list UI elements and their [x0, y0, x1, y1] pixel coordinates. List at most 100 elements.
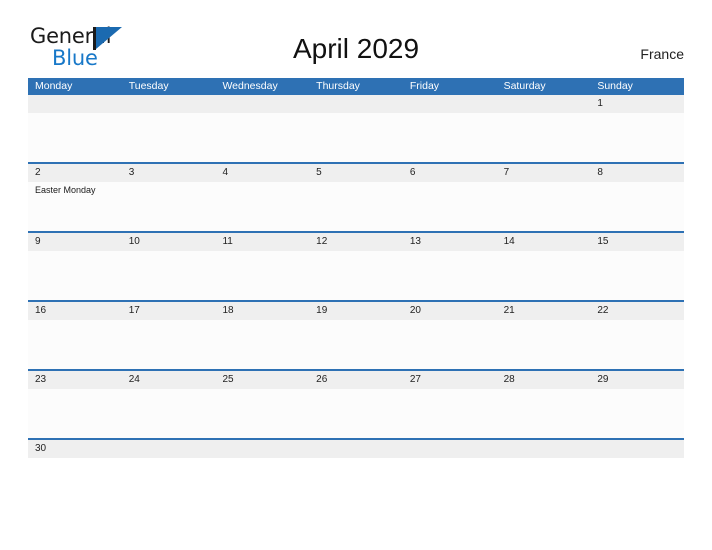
calendar-weeks: 1 2 3 4 5 6 7 8 Easter Monday 9 10 11 12 13 14 15 16 17 18… [28, 95, 684, 458]
day-number-22[interactable]: 22 [590, 302, 684, 320]
day-cell[interactable] [28, 113, 122, 162]
day-cell[interactable] [309, 389, 403, 438]
day-number-empty [215, 95, 309, 113]
calendar-page: General Blue April 2029 France Monday Tue… [0, 0, 712, 550]
day-event-band [28, 113, 684, 162]
day-event-band: Easter Monday [28, 182, 684, 231]
holiday-label: Easter Monday [35, 185, 96, 195]
day-cell[interactable] [590, 389, 684, 438]
day-number-9[interactable]: 9 [28, 233, 122, 251]
day-cell[interactable] [215, 182, 309, 231]
day-cell[interactable] [497, 113, 591, 162]
day-cell[interactable] [309, 182, 403, 231]
weekday-header-tuesday: Tuesday [128, 80, 169, 92]
day-cell[interactable] [497, 389, 591, 438]
day-cell[interactable]: Easter Monday [28, 182, 122, 231]
day-cell[interactable] [122, 182, 216, 231]
day-number-24[interactable]: 24 [122, 371, 216, 389]
day-cell[interactable] [403, 113, 497, 162]
day-number-empty [215, 440, 309, 458]
day-cell[interactable] [122, 113, 216, 162]
day-event-band [28, 251, 684, 300]
day-cell[interactable] [215, 113, 309, 162]
day-cell[interactable] [122, 251, 216, 300]
day-number-band: 23 24 25 26 27 28 29 [28, 371, 684, 389]
day-cell[interactable] [403, 251, 497, 300]
weekday-header-thursday: Thursday [316, 80, 360, 92]
day-number-band: 9 10 11 12 13 14 15 [28, 233, 684, 251]
day-number-19[interactable]: 19 [309, 302, 403, 320]
weekday-header-wednesday: Wednesday [222, 80, 278, 92]
day-number-23[interactable]: 23 [28, 371, 122, 389]
day-cell[interactable] [28, 320, 122, 369]
day-cell[interactable] [28, 389, 122, 438]
day-number-band: 2345678 [28, 164, 684, 182]
day-number-empty [122, 95, 216, 113]
day-number-20[interactable]: 20 [403, 302, 497, 320]
day-number-empty [122, 440, 216, 458]
day-cell[interactable] [309, 320, 403, 369]
day-cell[interactable] [403, 389, 497, 438]
day-number-30[interactable]: 30 [28, 440, 122, 458]
day-number-28[interactable]: 28 [497, 371, 591, 389]
day-number-11[interactable]: 11 [215, 233, 309, 251]
day-number-25[interactable]: 25 [215, 371, 309, 389]
day-cell[interactable] [28, 251, 122, 300]
day-number-26[interactable]: 26 [309, 371, 403, 389]
day-number-29[interactable]: 29 [590, 371, 684, 389]
calendar-week-row: 16 17 18 19 20 21 22 [28, 300, 684, 369]
day-number-empty [28, 95, 122, 113]
day-number-12[interactable]: 12 [309, 233, 403, 251]
calendar-week-row: 9 10 11 12 13 14 15 [28, 231, 684, 300]
day-number-16[interactable]: 16 [28, 302, 122, 320]
page-header: General Blue April 2029 France [0, 0, 712, 74]
day-cell[interactable] [215, 251, 309, 300]
day-cell[interactable] [122, 320, 216, 369]
day-number-empty [309, 95, 403, 113]
calendar-week-row: 23 24 25 26 27 28 29 [28, 369, 684, 438]
day-cell[interactable] [403, 182, 497, 231]
day-cell[interactable] [215, 320, 309, 369]
day-number-2[interactable]: 2 [28, 164, 122, 182]
day-number-8[interactable]: 8 [590, 164, 684, 182]
day-cell[interactable] [122, 389, 216, 438]
day-number-10[interactable]: 10 [122, 233, 216, 251]
day-number-5[interactable]: 5 [309, 164, 403, 182]
day-number-empty [309, 440, 403, 458]
weekday-header-saturday: Saturday [503, 80, 546, 92]
day-number-band: 30 [28, 440, 684, 458]
day-cell[interactable] [497, 251, 591, 300]
day-cell[interactable] [215, 389, 309, 438]
day-number-band: 1 [28, 95, 684, 113]
calendar-week-row: 2 3 4 5 6 7 8 Easter Monday [28, 162, 684, 231]
day-cell[interactable] [497, 182, 591, 231]
day-number-13[interactable]: 13 [403, 233, 497, 251]
day-number-17[interactable]: 17 [122, 302, 216, 320]
day-number-empty [497, 95, 591, 113]
day-cell[interactable] [590, 251, 684, 300]
calendar-grid: Monday Tuesday Wednesday Thursday Friday Satu… [28, 78, 684, 458]
day-number-1[interactable]: 1 [590, 95, 684, 113]
country-label: France [640, 46, 684, 62]
day-number-4[interactable]: 4 [215, 164, 309, 182]
weekday-header-row: Monday Tuesday Wednesday Thursday Friday Satu… [28, 78, 684, 95]
day-cell[interactable] [497, 320, 591, 369]
day-number-3[interactable]: 3 [122, 164, 216, 182]
day-number-18[interactable]: 18 [215, 302, 309, 320]
day-number-7[interactable]: 7 [497, 164, 591, 182]
day-cell[interactable] [309, 113, 403, 162]
day-cell[interactable] [590, 320, 684, 369]
day-number-27[interactable]: 27 [403, 371, 497, 389]
day-number-empty [590, 440, 684, 458]
day-cell[interactable] [590, 182, 684, 231]
day-number-21[interactable]: 21 [497, 302, 591, 320]
day-cell[interactable] [309, 251, 403, 300]
day-number-14[interactable]: 14 [497, 233, 591, 251]
day-number-6[interactable]: 6 [403, 164, 497, 182]
day-number-empty [403, 95, 497, 113]
day-cell[interactable] [403, 320, 497, 369]
calendar-week-row: 1 [28, 95, 684, 162]
day-number-15[interactable]: 15 [590, 233, 684, 251]
day-cell[interactable] [590, 113, 684, 162]
page-title: April 2029 [292, 33, 420, 64]
